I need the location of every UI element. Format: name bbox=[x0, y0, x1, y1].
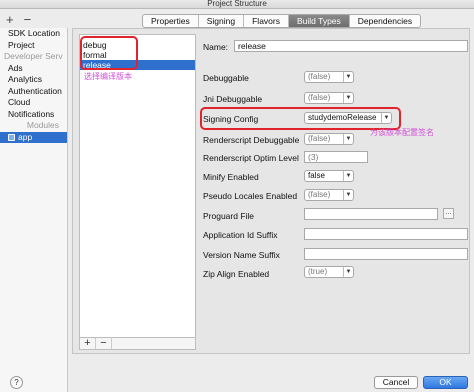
tab-properties[interactable]: Properties bbox=[143, 15, 199, 27]
sidebar-toolbar: + − bbox=[0, 10, 68, 28]
sidebar-item-analytics[interactable]: Analytics bbox=[0, 74, 67, 86]
renderscript-debuggable-label: Renderscript Debuggable bbox=[203, 135, 300, 145]
sidebar-section-developer-services: Developer Serv bbox=[4, 51, 63, 61]
tab-dependencies[interactable]: Dependencies bbox=[350, 15, 420, 27]
chevron-down-icon: ▼ bbox=[343, 267, 353, 277]
sidebar-item-notifications[interactable]: Notifications bbox=[0, 109, 67, 121]
application-id-suffix-label: Application Id Suffix bbox=[203, 230, 278, 240]
sidebar-item-sdk-location[interactable]: SDK Location bbox=[0, 28, 67, 40]
minify-enabled-select[interactable]: false ▼ bbox=[304, 170, 354, 182]
sidebar-item-project[interactable]: Project bbox=[0, 40, 67, 52]
zip-align-enabled-label: Zip Align Enabled bbox=[203, 269, 270, 279]
sidebar-item-cloud[interactable]: Cloud bbox=[0, 97, 67, 109]
jni-debuggable-label: Jni Debuggable bbox=[203, 94, 263, 104]
sidebar-item-app[interactable]: app bbox=[0, 131, 67, 143]
renderscript-debuggable-select[interactable]: (false) ▼ bbox=[304, 133, 354, 145]
sidebar-item-label: app bbox=[18, 131, 33, 142]
build-type-list-toolbar: + − bbox=[79, 338, 196, 350]
name-label: Name: bbox=[203, 42, 229, 52]
chevron-down-icon: ▼ bbox=[343, 93, 353, 103]
version-name-suffix-label: Version Name Suffix bbox=[203, 250, 280, 260]
module-icon bbox=[8, 133, 15, 141]
debuggable-value: (false) bbox=[308, 72, 331, 81]
application-id-suffix-field[interactable] bbox=[304, 228, 468, 240]
name-field[interactable]: release bbox=[234, 40, 468, 52]
jni-debuggable-select[interactable]: (false) ▼ bbox=[304, 92, 354, 104]
sidebar-item-ads[interactable]: Ads bbox=[0, 63, 67, 75]
signing-note-annotation: 为该版本配置签名 bbox=[370, 128, 434, 137]
tab-bar: Properties Signing Flavors Build Types D… bbox=[142, 14, 422, 28]
add-module-button[interactable]: + bbox=[6, 12, 14, 27]
help-button[interactable]: ? bbox=[10, 376, 23, 389]
version-name-suffix-field[interactable] bbox=[304, 248, 468, 260]
build-types-highlight-box bbox=[80, 36, 138, 70]
window-title: Project Structure bbox=[0, 0, 474, 9]
zip-align-enabled-value: (true) bbox=[308, 267, 328, 276]
tab-signing[interactable]: Signing bbox=[199, 15, 245, 27]
minify-enabled-value: false bbox=[308, 171, 325, 180]
remove-module-button[interactable]: − bbox=[24, 12, 32, 27]
chevron-down-icon: ▼ bbox=[343, 171, 353, 181]
pseudo-locales-select[interactable]: (false) ▼ bbox=[304, 189, 354, 201]
proguard-file-label: Proguard File bbox=[203, 211, 255, 221]
jni-debuggable-value: (false) bbox=[308, 93, 331, 102]
pseudo-locales-label: Pseudo Locales Enabled bbox=[203, 191, 298, 201]
zip-align-enabled-select[interactable]: (true) ▼ bbox=[304, 266, 354, 278]
cancel-button[interactable]: Cancel bbox=[374, 376, 418, 389]
chevron-down-icon: ▼ bbox=[343, 190, 353, 200]
sidebar-item-authentication[interactable]: Authentication bbox=[0, 86, 67, 98]
debuggable-select[interactable]: (false) ▼ bbox=[304, 71, 354, 83]
ok-button[interactable]: OK bbox=[423, 376, 468, 389]
add-build-type-button[interactable]: + bbox=[80, 338, 96, 349]
chevron-down-icon: ▼ bbox=[343, 72, 353, 82]
minify-enabled-label: Minify Enabled bbox=[203, 172, 259, 182]
tab-flavors[interactable]: Flavors bbox=[244, 15, 289, 27]
renderscript-optim-field[interactable]: (3) bbox=[304, 151, 368, 163]
proguard-file-field[interactable] bbox=[304, 208, 438, 220]
renderscript-optim-label: Renderscript Optim Level bbox=[203, 153, 299, 163]
select-version-annotation: 选择编译版本 bbox=[84, 72, 132, 81]
chevron-down-icon: ▼ bbox=[343, 134, 353, 144]
sidebar: SDK Location Project Developer Serv Ads … bbox=[0, 28, 68, 392]
debuggable-label: Debuggable bbox=[203, 73, 249, 83]
remove-build-type-button[interactable]: − bbox=[96, 338, 112, 349]
renderscript-debuggable-value: (false) bbox=[308, 134, 331, 143]
tab-build-types[interactable]: Build Types bbox=[288, 15, 350, 27]
proguard-browse-button[interactable]: ... bbox=[443, 208, 454, 219]
sidebar-section-modules: Modules bbox=[26, 120, 59, 130]
pseudo-locales-value: (false) bbox=[308, 190, 331, 199]
